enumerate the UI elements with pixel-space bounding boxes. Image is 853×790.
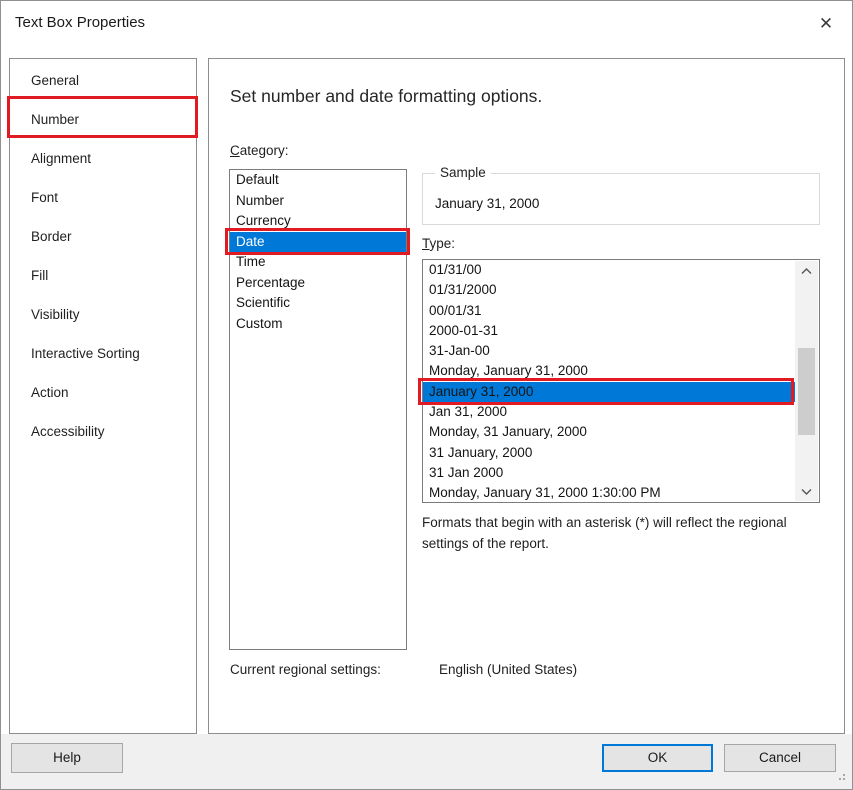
- sidebar-item-visibility[interactable]: Visibility: [10, 295, 196, 334]
- sample-groupbox: Sample January 31, 2000: [422, 173, 820, 225]
- scroll-down-icon[interactable]: [795, 481, 818, 501]
- type-option[interactable]: 2000-01-31: [423, 321, 795, 341]
- type-listbox[interactable]: 01/31/00 01/31/2000 00/01/31 2000-01-31 …: [422, 259, 820, 503]
- sidebar-item-action[interactable]: Action: [10, 373, 196, 412]
- category-option-custom[interactable]: Custom: [230, 314, 406, 335]
- sidebar-item-accessibility[interactable]: Accessibility: [10, 412, 196, 451]
- category-option-currency[interactable]: Currency: [230, 211, 406, 232]
- type-label: Type:: [422, 236, 455, 251]
- sidebar-item-number[interactable]: Number: [10, 100, 196, 139]
- type-option[interactable]: 01/31/00: [423, 260, 795, 280]
- main-panel: Set number and date formatting options. …: [208, 58, 845, 734]
- category-option-percentage[interactable]: Percentage: [230, 273, 406, 294]
- sample-label: Sample: [435, 165, 491, 180]
- category-option-number[interactable]: Number: [230, 191, 406, 212]
- type-option[interactable]: 31 Jan 2000: [423, 463, 795, 483]
- category-option-time[interactable]: Time: [230, 252, 406, 273]
- type-option[interactable]: 01/31/2000: [423, 280, 795, 300]
- cancel-button[interactable]: Cancel: [724, 744, 836, 772]
- sidebar-item-fill[interactable]: Fill: [10, 256, 196, 295]
- asterisk-note: Formats that begin with an asterisk (*) …: [422, 513, 826, 554]
- scrollbar-thumb[interactable]: [798, 348, 815, 435]
- sample-value: January 31, 2000: [435, 196, 539, 211]
- scroll-up-icon[interactable]: [795, 261, 818, 281]
- type-list-scrollbar[interactable]: [795, 261, 818, 501]
- type-option[interactable]: Monday, 31 January, 2000: [423, 422, 795, 442]
- type-option-selected[interactable]: January 31, 2000: [423, 382, 795, 402]
- sidebar: General Number Alignment Font Border Fil…: [9, 58, 197, 734]
- ok-button[interactable]: OK: [602, 744, 713, 772]
- close-icon[interactable]: ✕: [811, 9, 841, 39]
- type-option[interactable]: Jan 31, 2000: [423, 402, 795, 422]
- category-option-default[interactable]: Default: [230, 170, 406, 191]
- footer-bar: Help OK Cancel: [1, 734, 852, 789]
- category-option-date[interactable]: Date: [230, 232, 406, 253]
- regional-settings-value: English (United States): [439, 662, 577, 677]
- type-option[interactable]: 00/01/31: [423, 301, 795, 321]
- title-bar: Text Box Properties ✕: [1, 1, 852, 49]
- sidebar-item-interactive-sorting[interactable]: Interactive Sorting: [10, 334, 196, 373]
- type-option[interactable]: Monday, January 31, 2000: [423, 361, 795, 381]
- type-option[interactable]: Monday, January 31, 2000 1:30:00 PM: [423, 483, 795, 503]
- window-title: Text Box Properties: [15, 14, 145, 31]
- type-option[interactable]: 31 January, 2000: [423, 443, 795, 463]
- sidebar-item-alignment[interactable]: Alignment: [10, 139, 196, 178]
- resize-grip[interactable]: [843, 778, 845, 780]
- page-title: Set number and date formatting options.: [230, 86, 542, 107]
- regional-settings-label: Current regional settings:: [230, 662, 381, 677]
- type-option[interactable]: 31-Jan-00: [423, 341, 795, 361]
- help-button[interactable]: Help: [11, 743, 123, 773]
- category-label: Category:: [230, 143, 289, 158]
- sidebar-item-font[interactable]: Font: [10, 178, 196, 217]
- category-listbox[interactable]: Default Number Currency Date Time Percen…: [229, 169, 407, 650]
- category-option-scientific[interactable]: Scientific: [230, 293, 406, 314]
- sidebar-item-border[interactable]: Border: [10, 217, 196, 256]
- sidebar-item-general[interactable]: General: [10, 61, 196, 100]
- text-box-properties-dialog: Text Box Properties ✕ General Number Ali…: [0, 0, 853, 790]
